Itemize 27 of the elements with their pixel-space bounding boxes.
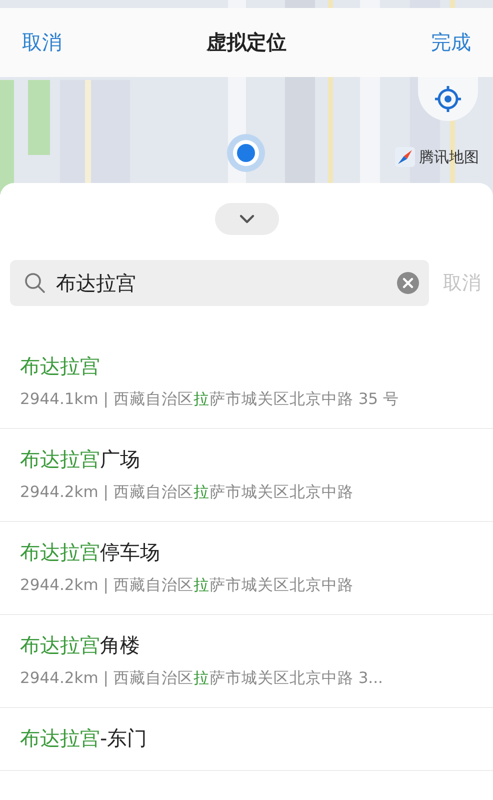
result-title: 布达拉宫 [20, 353, 101, 380]
result-item[interactable]: 布达拉宫角楼 2944.2km | 西藏自治区拉萨市城关区北京中路 3... [0, 615, 493, 708]
search-icon [24, 272, 46, 294]
search-input[interactable]: 布达拉宫 [56, 271, 387, 295]
result-item[interactable]: 布达拉宫-东门 [0, 708, 493, 771]
map-attribution: 腾讯地图 [419, 148, 479, 166]
location-dot-icon [226, 133, 266, 173]
result-title: 布达拉宫广场 [20, 446, 141, 473]
locate-icon [433, 84, 463, 114]
window-title: 虚拟定位 [206, 29, 286, 56]
result-item[interactable]: 布达拉宫 2944.1km | 西藏自治区拉萨市城关区北京中路 35 号 [0, 336, 493, 429]
result-address: 2944.2km | 西藏自治区拉萨市城关区北京中路 [20, 482, 354, 503]
result-title: 布达拉宫角楼 [20, 632, 141, 659]
clear-icon[interactable] [397, 272, 419, 294]
result-address: 2944.2km | 西藏自治区拉萨市城关区北京中路 3... [20, 668, 384, 689]
done-button[interactable]: 完成 [431, 29, 471, 56]
search-field[interactable]: 布达拉宫 [10, 260, 429, 306]
result-item[interactable]: 布达拉宫广场 2944.2km | 西藏自治区拉萨市城关区北京中路 [0, 429, 493, 522]
compass-logo-icon [395, 147, 415, 167]
result-address: 2944.2km | 西藏自治区拉萨市城关区北京中路 [20, 575, 354, 596]
result-address: 2944.1km | 西藏自治区拉萨市城关区北京中路 35 号 [20, 389, 400, 410]
result-item[interactable]: 布达拉宫停车场 2944.2km | 西藏自治区拉萨市城关区北京中路 [0, 522, 493, 615]
result-title: 布达拉宫停车场 [20, 539, 161, 566]
collapse-button[interactable] [214, 203, 278, 235]
chevron-down-icon [238, 214, 254, 224]
cancel-button[interactable]: 取消 [22, 29, 62, 56]
result-title: 布达拉宫-东门 [20, 725, 148, 752]
